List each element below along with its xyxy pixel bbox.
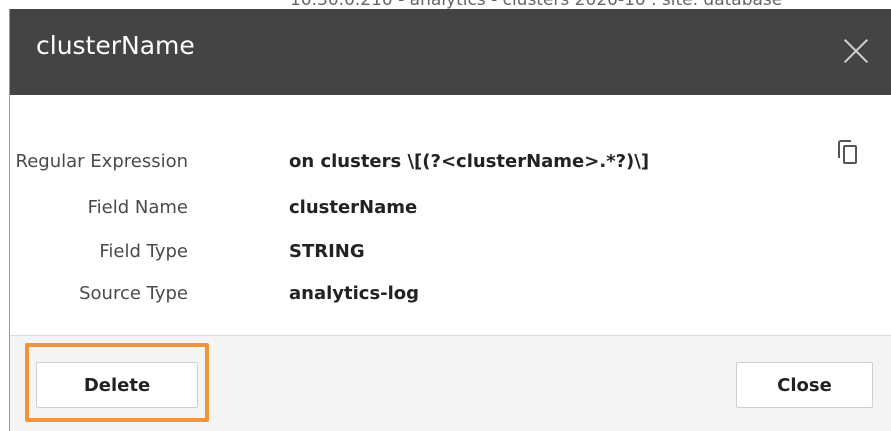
field-name-value: clusterName <box>289 197 418 218</box>
regex-label: Regular Expression <box>15 151 188 172</box>
field-name-label: Field Name <box>87 197 188 218</box>
detail-row-source-type: Source Type analytics-log <box>10 283 810 313</box>
detail-row-field-type: Field Type STRING <box>10 241 810 271</box>
delete-button[interactable]: Delete <box>36 362 198 408</box>
field-type-label: Field Type <box>99 241 188 262</box>
detail-row-field-name: Field Name clusterName <box>10 197 810 227</box>
regex-value: on clusters \[(?<clusterName>.*?)\] <box>289 151 650 172</box>
dialog-title: clusterName <box>36 31 195 60</box>
copy-icon[interactable] <box>836 140 860 166</box>
detail-row-regex: Regular Expression on clusters \[(?<clus… <box>10 151 810 181</box>
field-details-dialog: clusterName Regular Expression on cluste… <box>9 9 891 431</box>
source-type-value: analytics-log <box>289 283 420 304</box>
close-button[interactable]: Close <box>736 362 873 408</box>
field-type-value: STRING <box>289 241 365 262</box>
dialog-header: clusterName <box>10 9 891 95</box>
source-type-label: Source Type <box>79 283 188 304</box>
close-icon[interactable] <box>839 34 873 68</box>
